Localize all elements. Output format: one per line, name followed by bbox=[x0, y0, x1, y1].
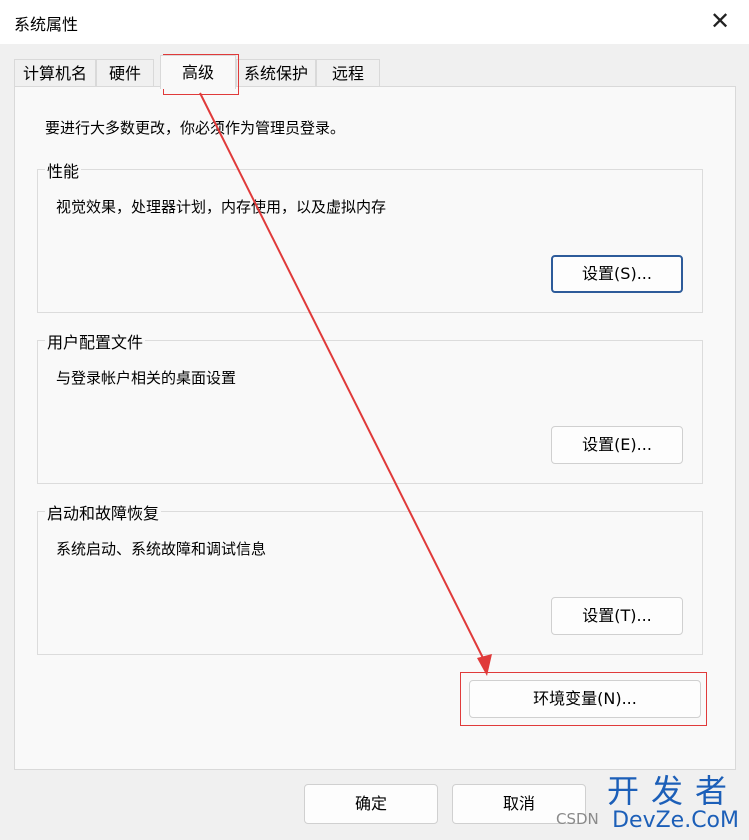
arrow-line bbox=[199, 92, 485, 661]
tab-advanced[interactable]: 高级 bbox=[160, 55, 236, 89]
watermark: 开发者 DevZe.CoM bbox=[607, 774, 739, 834]
annotation-arrow bbox=[199, 92, 492, 676]
ok-button[interactable]: 确定 bbox=[304, 784, 438, 824]
watermark-csdn: CSDN bbox=[556, 810, 599, 828]
watermark-top: 开发者 bbox=[606, 772, 739, 810]
arrow-head bbox=[477, 654, 492, 676]
watermark-bottom: DevZe.CoM bbox=[612, 808, 739, 833]
